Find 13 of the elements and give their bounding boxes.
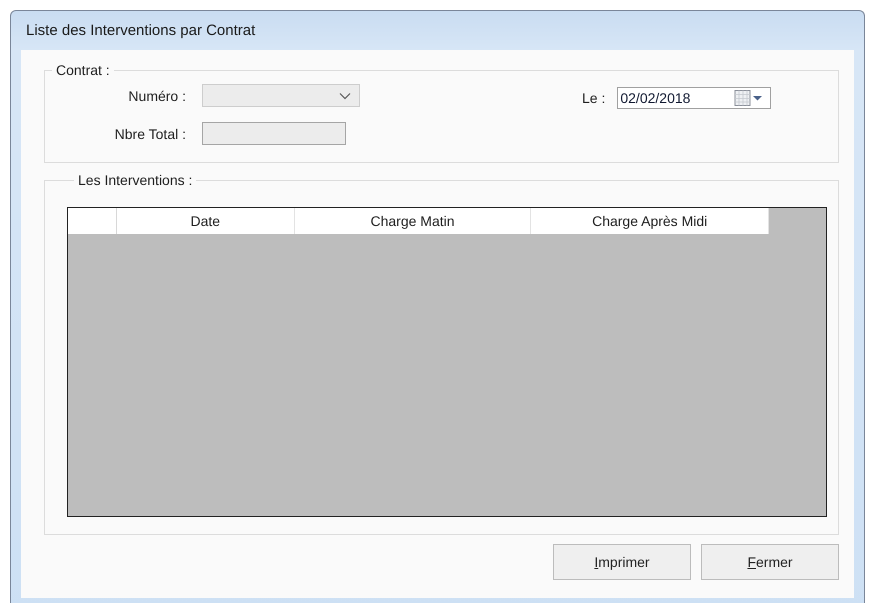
group-legend: Les Interventions : xyxy=(74,172,196,188)
column-header[interactable]: Charge Après Midi xyxy=(531,208,769,234)
group-legend: Contrat : xyxy=(52,62,114,78)
dialog-button[interactable]: Imprimer xyxy=(553,544,691,580)
date-label: Le : xyxy=(582,90,606,106)
chevron-down-icon xyxy=(339,92,351,100)
field-label: Numéro : xyxy=(127,88,187,104)
date-picker[interactable]: 02/02/2018 xyxy=(617,87,772,109)
dialog-button[interactable]: Fermer xyxy=(701,544,839,580)
field-label: Nbre Total : xyxy=(114,126,187,142)
column-header[interactable]: Charge Matin xyxy=(294,208,532,234)
column-header[interactable]: Date xyxy=(116,208,295,234)
window-title: Liste des Interventions par Contrat xyxy=(26,22,256,39)
